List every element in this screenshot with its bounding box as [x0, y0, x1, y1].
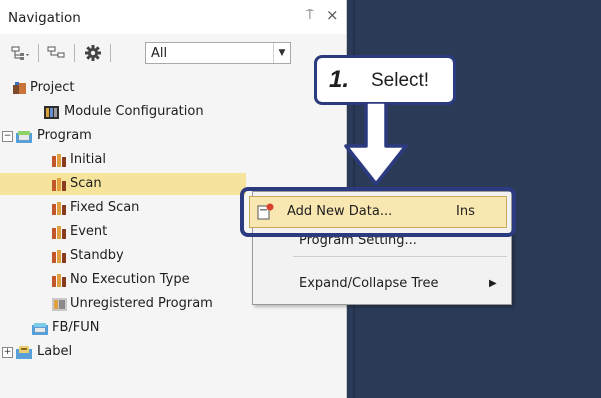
- toolbar-separator: [38, 44, 39, 62]
- menu-separator: [293, 256, 507, 257]
- callout-step-number: 1.: [329, 66, 350, 93]
- program-icon: [52, 273, 67, 288]
- filter-dropdown[interactable]: All ▼: [145, 42, 291, 64]
- instruction-highlight-frame: [240, 187, 516, 237]
- arrow-down-icon: [344, 102, 408, 186]
- tree-item-label: Program: [37, 128, 92, 143]
- tree-item-project[interactable]: Project: [0, 77, 346, 100]
- close-icon[interactable]: ×: [326, 6, 339, 24]
- submenu-arrow-icon: ▶: [489, 278, 497, 289]
- filter-value: All: [151, 46, 168, 61]
- project-icon: [12, 81, 27, 96]
- tree-item-label: Project: [30, 80, 75, 95]
- tree-item-module-configuration[interactable]: Module Configuration: [0, 101, 346, 124]
- navigation-toolbar: All ▼: [8, 41, 338, 67]
- collapse-toggle-icon[interactable]: −: [2, 131, 13, 142]
- tree-item-program[interactable]: − Program: [0, 125, 346, 148]
- gear-icon[interactable]: [80, 41, 106, 65]
- selection-highlight: [0, 173, 246, 195]
- menu-item-label: Expand/Collapse Tree: [299, 276, 439, 291]
- tree-item-label-folder[interactable]: + Label: [0, 341, 346, 364]
- tree-item-fb-fun[interactable]: FB/FUN: [0, 317, 346, 340]
- instruction-callout: 1. Select!: [314, 55, 456, 105]
- tree-item-label: Module Configuration: [64, 104, 204, 119]
- unregistered-program-icon: [52, 297, 67, 312]
- panel-header: Navigation ⍑ ×: [0, 0, 346, 34]
- tree-item-label: Label: [37, 344, 73, 359]
- tree-item-initial[interactable]: Initial: [0, 149, 346, 172]
- tree-item-label: Scan: [70, 176, 102, 191]
- panel-title: Navigation: [8, 10, 81, 26]
- tree-item-label: Fixed Scan: [70, 200, 140, 215]
- callout-text: Select!: [371, 70, 430, 91]
- program-folder-icon: [16, 129, 32, 144]
- tree-collapse-icon[interactable]: [44, 41, 70, 65]
- program-icon: [52, 177, 67, 192]
- tree-expand-icon[interactable]: [8, 41, 34, 65]
- label-icon: [16, 345, 32, 360]
- tree-item-label: Event: [70, 224, 108, 239]
- tree-item-label: FB/FUN: [52, 320, 100, 335]
- program-icon: [52, 153, 67, 168]
- tree-item-label: No Execution Type: [70, 272, 190, 287]
- menu-item-expand-collapse-tree[interactable]: Expand/Collapse Tree ▶: [253, 270, 511, 298]
- pin-icon[interactable]: ⍑: [306, 8, 314, 23]
- tree-item-label: Standby: [70, 248, 124, 263]
- tree-item-label: Unregistered Program: [70, 296, 213, 311]
- fb-fun-icon: [32, 321, 48, 336]
- program-icon: [52, 225, 67, 240]
- chevron-down-icon[interactable]: ▼: [273, 43, 290, 63]
- toolbar-separator: [74, 44, 75, 62]
- tree-item-label: Initial: [70, 152, 106, 167]
- module-config-icon: [44, 105, 59, 120]
- toolbar-separator: [110, 44, 111, 62]
- program-icon: [52, 201, 67, 216]
- expand-toggle-icon[interactable]: +: [2, 347, 13, 358]
- program-icon: [52, 249, 67, 264]
